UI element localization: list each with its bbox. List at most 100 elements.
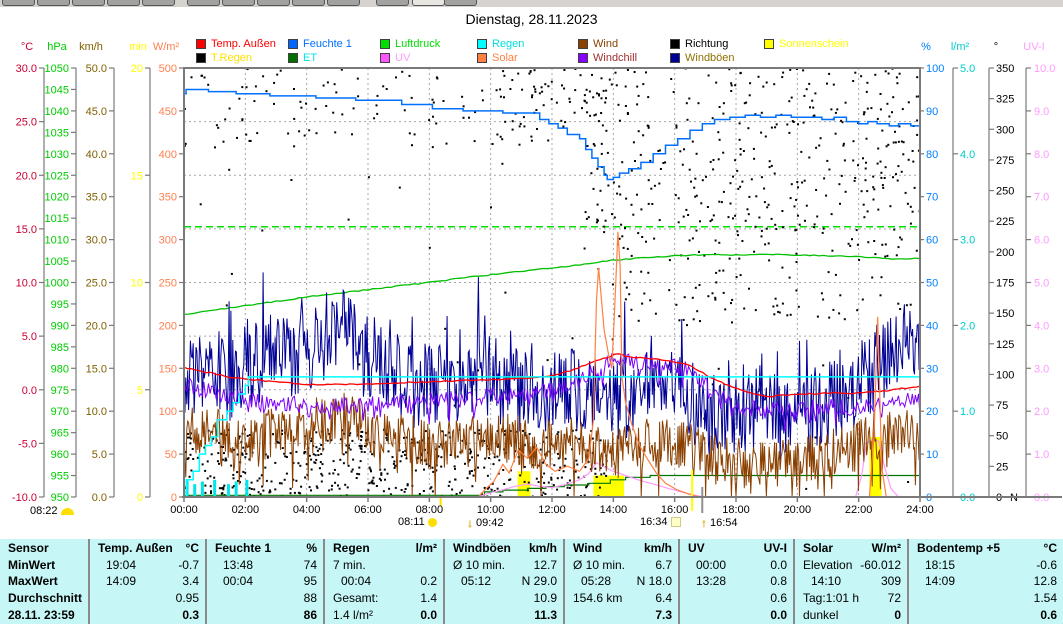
svg-text:-5.0: -5.0 bbox=[18, 438, 37, 450]
table-cell-value: N 18.0 bbox=[637, 575, 672, 587]
svg-text:km/h: km/h bbox=[79, 41, 103, 53]
svg-text:20: 20 bbox=[926, 406, 938, 418]
table-cell-value: N 29.0 bbox=[522, 575, 557, 587]
svg-text:10:00: 10:00 bbox=[477, 504, 505, 516]
table-column-title: Wind bbox=[573, 542, 602, 554]
svg-text:16:00: 16:00 bbox=[661, 504, 689, 516]
table-cell-row: 14:093.4 bbox=[98, 573, 199, 590]
table-cell-label: dunkel bbox=[803, 609, 838, 621]
svg-text:18:00: 18:00 bbox=[722, 504, 750, 516]
table-cell-label: 00:04 bbox=[333, 575, 371, 587]
table-cell-row: 13:4874 bbox=[215, 557, 317, 574]
table-row-label: Sensor bbox=[8, 542, 49, 554]
table-column-title: Bodentemp +5 bbox=[917, 542, 1000, 554]
table-row-label: Durchschnitt bbox=[8, 592, 82, 604]
svg-text:30.0: 30.0 bbox=[86, 235, 107, 247]
table-cell-label: 19:04 bbox=[98, 559, 136, 571]
sun-marker-time: 16:54 bbox=[710, 517, 738, 529]
table-column-bodentemp-5: Bodentemp +5°C18:15-0.614:0912.81.540.6 bbox=[907, 539, 1063, 624]
axis-kmh: km/h0.05.010.015.020.025.030.035.040.045… bbox=[79, 41, 114, 504]
table-cell-row: 13:28 0.8 bbox=[688, 573, 787, 590]
table-cell-row: 154.6 km6.4 bbox=[573, 590, 672, 607]
table-cell-row: 00:000.0 bbox=[688, 557, 787, 574]
svg-text:40: 40 bbox=[926, 320, 938, 332]
svg-text:06:00: 06:00 bbox=[354, 504, 382, 516]
table-cell-row: Ø 10 min.12.7 bbox=[453, 557, 557, 574]
stats-table: SensorMinWertMaxWertDurchschnitt28.11. 2… bbox=[0, 539, 1063, 624]
table-cell-row: 14:0912.8 bbox=[917, 573, 1057, 590]
svg-text:l/m²: l/m² bbox=[951, 41, 970, 53]
svg-text:30: 30 bbox=[926, 363, 938, 375]
table-column-unit: W/m² bbox=[872, 542, 901, 554]
table-column-unit: UV-I bbox=[764, 542, 787, 554]
svg-text:8.0: 8.0 bbox=[1034, 149, 1049, 161]
svg-text:450: 450 bbox=[159, 106, 177, 118]
svg-text:250: 250 bbox=[159, 278, 177, 290]
svg-text:2.0: 2.0 bbox=[960, 320, 975, 332]
table-cell-row: 11.3 bbox=[453, 606, 557, 623]
svg-text:5.0: 5.0 bbox=[1034, 278, 1049, 290]
svg-text:25.0: 25.0 bbox=[86, 278, 107, 290]
axis-lm2: l/m²0.01.02.03.04.05.0 bbox=[951, 41, 975, 504]
table-cell-value: 0.8 bbox=[770, 575, 787, 587]
svg-text:350: 350 bbox=[159, 192, 177, 204]
svg-text:10.0: 10.0 bbox=[16, 278, 37, 290]
table-cell-row: 0.6 bbox=[688, 590, 787, 607]
up-arrow-icon: ↑ bbox=[701, 516, 707, 530]
svg-text:25.0: 25.0 bbox=[16, 117, 37, 129]
svg-text:350: 350 bbox=[996, 63, 1014, 75]
table-cell-label: 18:15 bbox=[917, 559, 955, 571]
table-row-label: MaxWert bbox=[8, 575, 58, 587]
svg-text:1015: 1015 bbox=[45, 213, 69, 225]
svg-text:45.0: 45.0 bbox=[86, 106, 107, 118]
axis-pct: %0102030405060708090100 bbox=[919, 41, 944, 504]
svg-text:80: 80 bbox=[926, 149, 938, 161]
weather-chart: °C-10.0-5.00.05.010.015.020.025.030.0hPa… bbox=[0, 0, 1063, 535]
table-column-unit: % bbox=[306, 542, 317, 554]
table-cell-row: 14:10 309 bbox=[803, 573, 901, 590]
table-column-title: UV bbox=[688, 542, 705, 554]
table-cell-value: 309 bbox=[881, 575, 901, 587]
svg-text:02:00: 02:00 bbox=[232, 504, 260, 516]
svg-text:22:00: 22:00 bbox=[845, 504, 873, 516]
svg-text:50.0: 50.0 bbox=[86, 63, 107, 75]
table-cell-value: 0.0 bbox=[770, 609, 787, 621]
svg-text:300: 300 bbox=[996, 124, 1014, 136]
table-cell-row: 0.95 bbox=[98, 590, 199, 607]
svg-text:950: 950 bbox=[51, 492, 69, 504]
sun-marker: 08:22 bbox=[30, 505, 74, 517]
table-cell-row: 0.0 bbox=[688, 606, 787, 623]
table-cell-label: 13:28 bbox=[688, 575, 726, 587]
table-cell-label: 14:10 bbox=[803, 575, 841, 587]
svg-text:35.0: 35.0 bbox=[86, 192, 107, 204]
svg-text:1040: 1040 bbox=[45, 106, 69, 118]
svg-text:1010: 1010 bbox=[45, 235, 69, 247]
svg-text:275: 275 bbox=[996, 155, 1014, 167]
x-axis-labels: 00:0002:0004:0006:0008:0010:0012:0014:00… bbox=[170, 497, 934, 516]
svg-text:5.0: 5.0 bbox=[960, 63, 975, 75]
svg-text:90: 90 bbox=[926, 106, 938, 118]
svg-text:1025: 1025 bbox=[45, 170, 69, 182]
table-cell-value: -60.012 bbox=[860, 559, 901, 571]
table-cell-label: Elevation bbox=[803, 559, 852, 571]
svg-text:965: 965 bbox=[51, 428, 69, 440]
table-column-sensor: SensorMinWertMaxWertDurchschnitt28.11. 2… bbox=[0, 539, 88, 624]
table-cell-value: 11.3 bbox=[534, 609, 557, 621]
svg-text:3.0: 3.0 bbox=[1034, 363, 1049, 375]
svg-text:955: 955 bbox=[51, 471, 69, 483]
svg-text:24:00: 24:00 bbox=[906, 504, 934, 516]
sun-marker-time: 16:34 bbox=[640, 516, 668, 528]
svg-text:-10.0: -10.0 bbox=[12, 492, 37, 504]
svg-text:995: 995 bbox=[51, 299, 69, 311]
table-column-solar: SolarW/m²Elevation-60.01214:10309Tag:1:0… bbox=[793, 539, 907, 624]
table-cell-row: 88 bbox=[215, 590, 317, 607]
svg-text:°: ° bbox=[994, 41, 998, 53]
svg-text:3.0: 3.0 bbox=[960, 235, 975, 247]
table-cell-row: 05:28N 18.0 bbox=[573, 573, 672, 590]
svg-text:20:00: 20:00 bbox=[784, 504, 812, 516]
sun-dot-icon bbox=[428, 518, 437, 527]
axis-uvi: UV-I0.01.02.03.04.05.06.07.08.09.010.0 bbox=[1023, 41, 1055, 504]
svg-text:1050: 1050 bbox=[45, 63, 69, 75]
sun-marker: ↓09:42 bbox=[467, 516, 504, 530]
svg-text:W/m²: W/m² bbox=[153, 41, 180, 53]
